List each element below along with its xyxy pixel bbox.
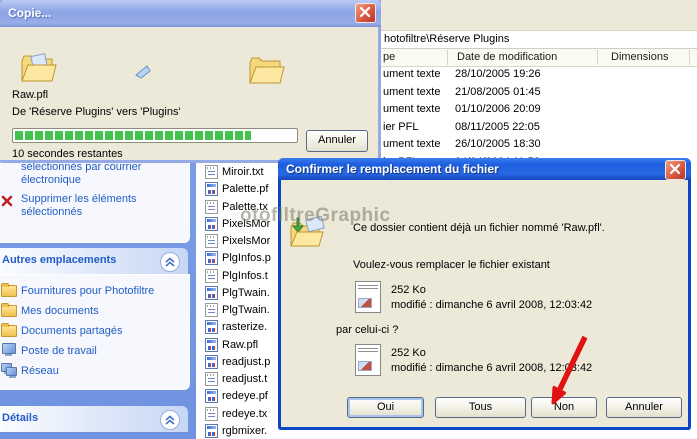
network-icon — [1, 363, 16, 376]
confirm-dialog-titlebar[interactable]: Confirmer le remplacement du fichier — [278, 158, 691, 180]
time-remaining: 10 secondes restantes — [12, 148, 123, 160]
text-file-icon — [205, 407, 218, 421]
all-button[interactable]: Tous — [435, 397, 526, 418]
delete-icon — [1, 195, 13, 211]
destination-folder-icon — [248, 55, 284, 83]
no-button[interactable]: Non — [531, 397, 597, 418]
copy-route: De 'Réserve Plugins' vers 'Plugins' — [12, 106, 181, 118]
table-row[interactable]: ument texte01/10/2006 20:09 — [383, 101, 697, 119]
sidebar-item-delete[interactable]: Supprimer les éléments sélectionnés — [0, 192, 189, 220]
column-header-row: pe Date de modification Dimensions — [381, 49, 697, 67]
sidebar-item-documents-partages[interactable]: Documents partagés — [0, 321, 189, 341]
confirm-replace-dialog: Confirmer le remplacement du fichier Ce … — [278, 180, 691, 430]
text-file-icon — [205, 269, 218, 283]
table-row[interactable]: ument texte28/10/2005 19:26 — [383, 66, 697, 84]
confirm-message: Ce dossier contient déjà un fichier nomm… — [353, 222, 605, 234]
document-icon — [355, 281, 381, 313]
existing-file-info: 252 Ko modifié : dimanche 6 avril 2008, … — [353, 281, 673, 317]
column-separator[interactable] — [447, 50, 448, 65]
pfl-file-icon — [205, 286, 218, 300]
pfl-file-icon — [205, 182, 218, 196]
folder-icon — [1, 283, 16, 296]
sidebar-item-fournitures[interactable]: Fournitures pour Photofiltre — [0, 281, 189, 301]
new-file-info: 252 Ko modifié : dimanche 6 avril 2008, … — [353, 344, 673, 380]
progress-fill — [15, 131, 251, 140]
progress-bar — [12, 128, 298, 143]
column-separator[interactable] — [689, 50, 690, 65]
explorer-task-pane: sélectionnés par courrier électronique S… — [0, 155, 196, 439]
shared-folder-icon — [1, 323, 16, 336]
text-file-icon — [205, 234, 218, 248]
pfl-file-icon — [205, 355, 218, 369]
text-file-icon — [205, 165, 218, 179]
file-tasks-panel: sélectionnés par courrier électronique S… — [0, 151, 190, 243]
chevron-up-icon[interactable] — [160, 252, 180, 272]
pfl-file-icon — [205, 320, 218, 334]
replace-folder-icon — [289, 216, 327, 246]
explorer-toolbar — [381, 0, 697, 31]
computer-icon — [1, 343, 16, 356]
flying-paper-icon — [133, 63, 150, 78]
confirm-dialog-title: Confirmer le remplacement du fichier — [286, 162, 499, 176]
sidebar-item-poste-de-travail[interactable]: Poste de travail — [0, 341, 189, 361]
pfl-file-icon — [205, 424, 218, 438]
text-file-icon — [205, 303, 218, 317]
cancel-button[interactable]: Annuler — [606, 397, 682, 418]
replace-prompt: par celui-ci ? — [336, 324, 398, 336]
confirm-question: Voulez-vous remplacer le fichier existan… — [353, 259, 550, 271]
file-size: 252 Ko — [391, 284, 426, 296]
file-modified: modifié : dimanche 6 avril 2008, 12:03:4… — [391, 362, 592, 374]
screen: hotofiltre\Réserve Plugins pe Date de mo… — [0, 0, 697, 439]
pfl-file-icon — [205, 217, 218, 231]
cancel-button[interactable]: Annuler — [306, 130, 368, 152]
column-header-type[interactable]: pe — [383, 51, 395, 63]
address-path: hotofiltre\Réserve Plugins — [384, 33, 509, 45]
file-name-rows: Miroir.txt Palette.pf Palette.tx PixelsM… — [205, 164, 281, 439]
folder-icon — [1, 303, 16, 316]
copy-dialog-title: Copie... — [8, 6, 51, 20]
file-modified: modifié : dimanche 6 avril 2008, 12:03:4… — [391, 299, 592, 311]
address-bar[interactable]: hotofiltre\Réserve Plugins — [381, 31, 697, 49]
sidebar-item-reseau[interactable]: Réseau — [0, 361, 189, 381]
details-header[interactable]: Détails — [0, 406, 188, 432]
text-file-icon — [205, 372, 218, 386]
pfl-file-icon — [205, 338, 218, 352]
text-file-icon — [205, 200, 218, 214]
file-size: 252 Ko — [391, 347, 426, 359]
document-icon — [355, 344, 381, 376]
other-places-header[interactable]: Autres emplacements — [0, 248, 188, 274]
chevron-up-icon[interactable] — [160, 410, 180, 430]
column-header-date[interactable]: Date de modification — [457, 51, 557, 63]
sidebar-item-mes-documents[interactable]: Mes documents — [0, 301, 189, 321]
column-header-dimensions[interactable]: Dimensions — [611, 51, 668, 63]
pfl-file-icon — [205, 389, 218, 403]
pfl-file-icon — [205, 251, 218, 265]
yes-button[interactable]: Oui — [347, 397, 424, 418]
close-icon[interactable] — [355, 3, 376, 23]
copy-dialog-body: Raw.pfl De 'Réserve Plugins' vers 'Plugi… — [0, 27, 375, 160]
column-separator[interactable] — [597, 50, 598, 65]
other-places-panel: Fournitures pour Photofiltre Mes documen… — [0, 274, 190, 390]
copy-filename: Raw.pfl — [12, 89, 48, 101]
close-icon[interactable] — [665, 160, 686, 180]
table-row[interactable]: ument texte21/08/2005 01:45 — [383, 84, 697, 102]
copy-progress-dialog: Copie... Raw.pfl — [0, 0, 381, 163]
source-folder-icon — [20, 53, 56, 81]
table-row[interactable]: ier PFL08/11/2005 22:05 — [383, 119, 697, 137]
table-row[interactable]: ument texte26/10/2005 18:30 — [383, 136, 697, 154]
copy-dialog-titlebar[interactable]: Copie... — [0, 0, 381, 27]
sidebar-item-send-mail[interactable]: sélectionnés par courrier électronique — [0, 160, 189, 188]
